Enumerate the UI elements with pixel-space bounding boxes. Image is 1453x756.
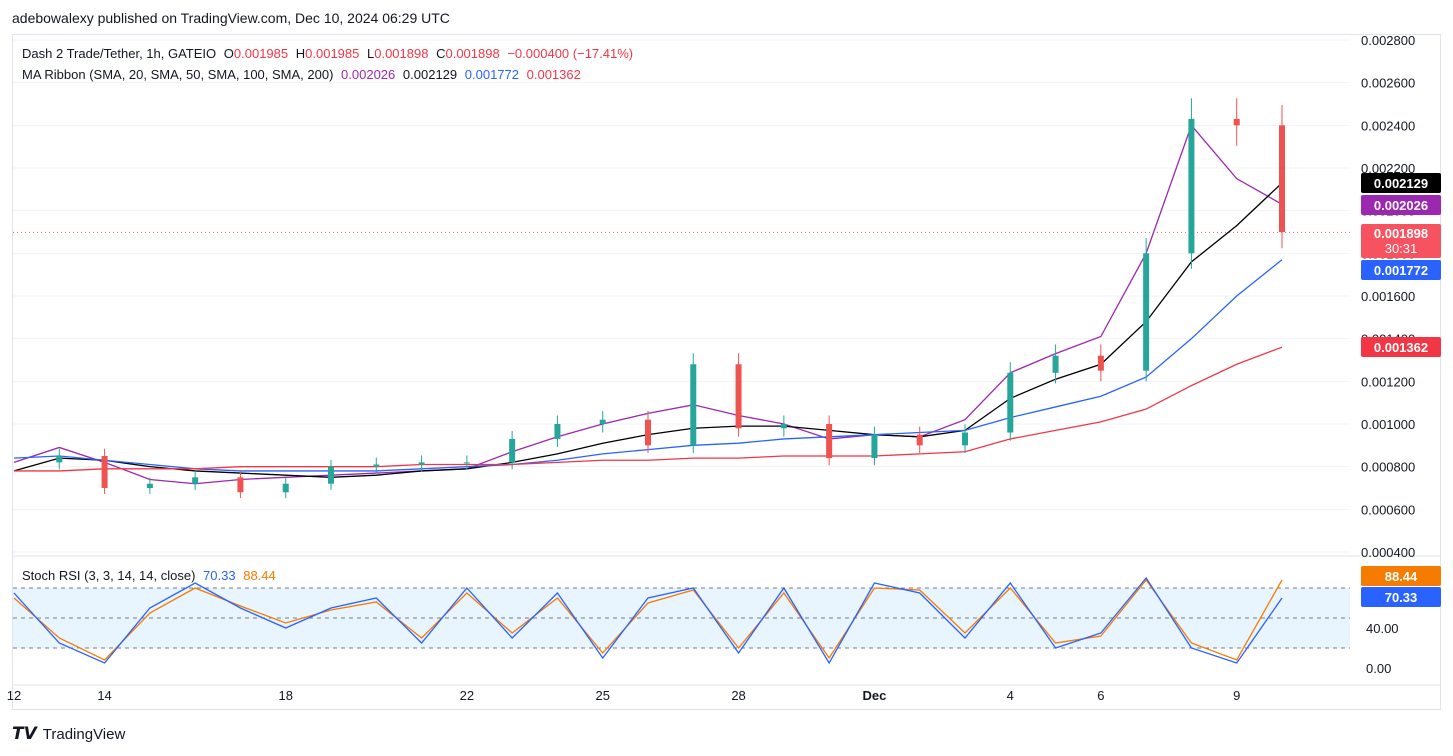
last-price-value: 0.001898 [1373, 226, 1429, 241]
rsi-k-tag: 70.33 [1361, 587, 1441, 607]
time-tick-label: 28 [731, 688, 745, 703]
rsi-d-value: 88.44 [243, 568, 276, 583]
ma100-price-tag: 0.001772 [1361, 260, 1441, 280]
candle-body [56, 456, 63, 463]
candle-body [1188, 118, 1195, 254]
time-tick-label: 4 [1007, 688, 1014, 703]
ma200-price-tag: 0.001362 [1361, 337, 1441, 357]
candle-body [1279, 125, 1285, 232]
tradingview-logo-icon: 𝙏𝙑 [12, 724, 37, 743]
ma20-value: 0.002026 [341, 67, 396, 82]
price-chart[interactable]: 0.0028000.0026000.0024000.0022000.002000… [0, 0, 1453, 756]
candle-body [735, 364, 742, 429]
rsi-tick-label: 0.00 [1366, 661, 1391, 676]
candle-body [780, 424, 787, 429]
candles [56, 98, 1285, 499]
candle-body [146, 483, 153, 488]
candle-body [826, 424, 833, 459]
time-tick-label: 12 [7, 688, 21, 703]
rsi-tick-label: 40.00 [1366, 621, 1399, 636]
candle-body [328, 466, 334, 484]
candle-body [1097, 355, 1104, 371]
time-axis: 12 14 18 22 25 28 Dec 4 6 9 [7, 688, 1241, 703]
price-tick-label: 0.002800 [1361, 33, 1415, 48]
high-label: H [295, 46, 306, 61]
price-tick-label: 0.002400 [1361, 118, 1415, 133]
time-tick-label: 6 [1097, 688, 1104, 703]
price-tick-label: 0.000600 [1361, 502, 1415, 517]
pair-label: Dash 2 Trade/Tether, 1h, GATEIO [22, 46, 217, 61]
ma20-price-tag: 0.002026 [1361, 195, 1441, 215]
time-tick-label: 25 [595, 688, 609, 703]
change-value: −0.000400 (−17.41%) [507, 46, 634, 61]
candle-body [373, 464, 380, 467]
price-tick-label: 0.001200 [1361, 374, 1415, 389]
candle-body [871, 434, 878, 459]
countdown-value: 30:31 [1384, 241, 1418, 256]
rsi-legend: Stoch RSI (3, 3, 14, 14, close) 70.33 88… [22, 568, 280, 583]
price-tick-label: 0.002600 [1361, 76, 1415, 91]
candle-body [645, 419, 651, 446]
candle-body [1007, 372, 1014, 433]
high-value: 0.001985 [305, 46, 360, 61]
candle-body [1052, 355, 1059, 373]
candle-body [554, 424, 561, 439]
candle-body [192, 477, 199, 484]
ma100-value: 0.001772 [464, 67, 519, 82]
candle-body [1143, 253, 1150, 371]
time-tick-label: 14 [97, 688, 111, 703]
candle-body [237, 477, 244, 493]
ma50-price-tag: 0.002129 [1361, 173, 1441, 193]
price-tick-label: 0.000400 [1361, 545, 1415, 560]
time-tick-label: 22 [460, 688, 474, 703]
ma50-value: 0.002129 [402, 67, 458, 82]
price-tick-label: 0.000800 [1361, 460, 1415, 475]
candle-body [1233, 118, 1240, 126]
candle-body [282, 483, 289, 493]
rsi-k-value: 70.33 [203, 568, 236, 583]
time-tick-label: 9 [1233, 688, 1240, 703]
candle-body [916, 434, 923, 446]
brand-label: TradingView [42, 725, 126, 743]
ma-legend: MA Ribbon (SMA, 20, SMA, 50, SMA, 100, S… [22, 67, 585, 82]
rsi-band [13, 587, 1350, 649]
close-value: 0.001898 [445, 46, 500, 61]
candle-body [599, 419, 606, 424]
ma200-value: 0.001362 [526, 67, 581, 82]
candle-body [509, 438, 516, 463]
rsi-d-tag: 88.44 [1361, 566, 1441, 586]
time-tick-label: 18 [278, 688, 292, 703]
price-tick-label: 0.001600 [1361, 289, 1415, 304]
open-value: 0.001985 [233, 46, 289, 61]
candle-body [418, 462, 425, 465]
ma-title: MA Ribbon (SMA, 20, SMA, 50, SMA, 100, S… [22, 67, 334, 82]
rsi-title: Stoch RSI (3, 3, 14, 14, close) [22, 568, 196, 583]
candle-body [101, 456, 108, 488]
candle-body [463, 462, 470, 464]
candle-body [690, 364, 697, 446]
tradingview-footer[interactable]: 𝙏𝙑 TradingView [12, 724, 125, 744]
price-tick-label: 0.001000 [1361, 417, 1415, 432]
last-price-tag: 0.001898 30:31 [1361, 224, 1441, 258]
low-value: 0.001898 [374, 46, 429, 61]
open-label: O [223, 46, 234, 61]
ohlc-legend: Dash 2 Trade/Tether, 1h, GATEIO O0.00198… [22, 46, 637, 61]
time-tick-label: Dec [862, 688, 886, 703]
candle-body [962, 432, 968, 446]
